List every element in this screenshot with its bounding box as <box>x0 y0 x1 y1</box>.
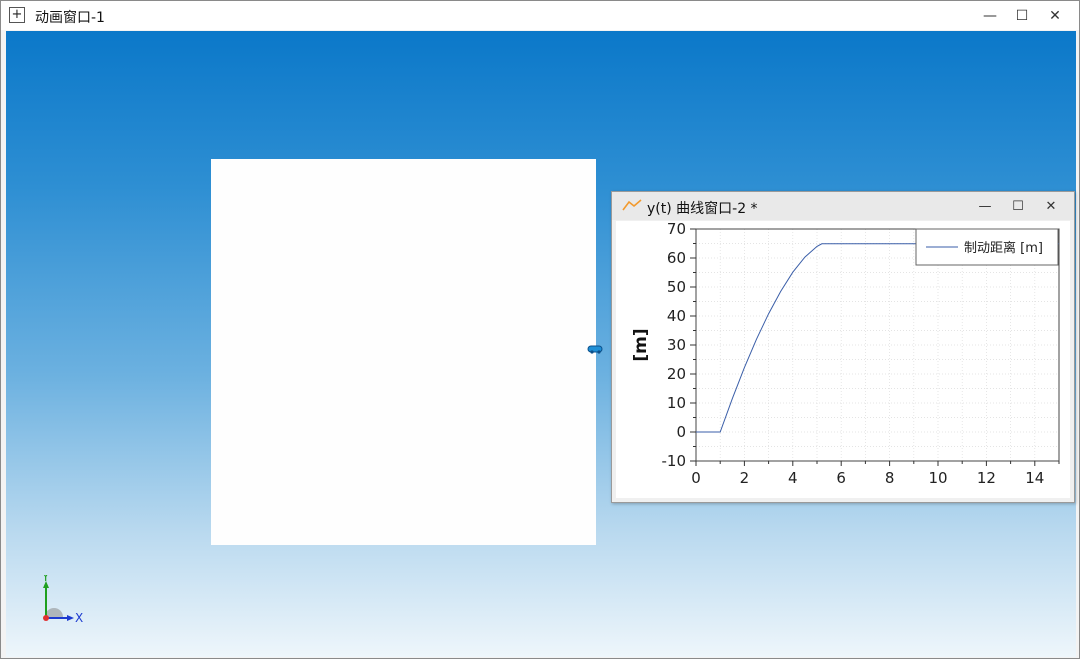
y-tick-label: 50 <box>667 278 686 296</box>
y-tick-label: 20 <box>667 365 686 383</box>
y-tick-label: 40 <box>667 307 686 325</box>
line-chart-icon <box>622 199 642 211</box>
x-tick-label: 10 <box>928 469 947 487</box>
axis-triad: Y X <box>41 575 83 625</box>
x-tick-label: 6 <box>836 469 846 487</box>
plot-maximize-button[interactable]: ☐ <box>1002 192 1034 220</box>
legend-label: 制动距离 [m] <box>964 240 1043 256</box>
x-axis-label: X <box>75 611 83 625</box>
x-tick-label: 2 <box>740 469 750 487</box>
y-axis-label: Y <box>41 575 50 584</box>
y-tick-label: -10 <box>662 452 687 470</box>
white-plane <box>211 159 596 545</box>
y-tick-label: 60 <box>667 249 686 267</box>
title-bar[interactable]: + 动画窗口-1 — ☐ ✕ <box>1 1 1079 30</box>
add-icon: + <box>9 7 25 23</box>
y-tick-label: 10 <box>667 394 686 412</box>
x-tick-label: 14 <box>1025 469 1044 487</box>
line-chart[interactable]: 0 2 4 6 8 10 12 14-10010203040506070[m]制动距离 [m] <box>616 221 1070 498</box>
3d-viewport[interactable]: Y X y(t) 曲线窗口-2 * — ☐ ✕ 0 2 4 6 8 10 12 14 -10 0 1… <box>6 31 1076 657</box>
minimize-button[interactable]: — <box>973 1 1007 30</box>
x-tick-label: 12 <box>977 469 996 487</box>
plot-minimize-button[interactable]: — <box>969 192 1001 220</box>
close-button[interactable]: ✕ <box>1038 1 1072 30</box>
plot-area[interactable]: 0 2 4 6 8 10 12 14 -10 0 10 20 30 40 50 60 70 [m] 制动距离 [m] <box>616 221 1070 498</box>
plot-close-button[interactable]: ✕ <box>1035 192 1067 220</box>
plot-title-bar[interactable]: y(t) 曲线窗口-2 * — ☐ ✕ <box>612 192 1074 220</box>
x-tick-label: 0 <box>691 469 701 487</box>
plot-window[interactable]: y(t) 曲线窗口-2 * — ☐ ✕ 0 2 4 6 8 10 12 14 -10 0 10 20 3… <box>611 191 1075 503</box>
x-tick-label: 4 <box>788 469 798 487</box>
y-tick-label: 0 <box>676 423 686 441</box>
maximize-button[interactable]: ☐ <box>1005 1 1039 30</box>
origin-dot <box>43 615 49 621</box>
series-line <box>696 243 1059 433</box>
y-tick-label: 30 <box>667 336 686 354</box>
plot-window-title: y(t) 曲线窗口-2 * <box>647 201 758 217</box>
window-title: 动画窗口-1 <box>35 10 105 26</box>
y-tick-label: 70 <box>667 221 686 238</box>
animation-window: + 动画窗口-1 — ☐ ✕ Y X y(t) 曲线窗口-2 * — ☐ ✕ 0… <box>0 0 1080 659</box>
vehicle-marker[interactable] <box>587 344 605 354</box>
x-tick-label: 8 <box>885 469 895 487</box>
y-axis-title: [m] <box>631 328 651 361</box>
x-axis-arrowhead <box>67 615 74 621</box>
